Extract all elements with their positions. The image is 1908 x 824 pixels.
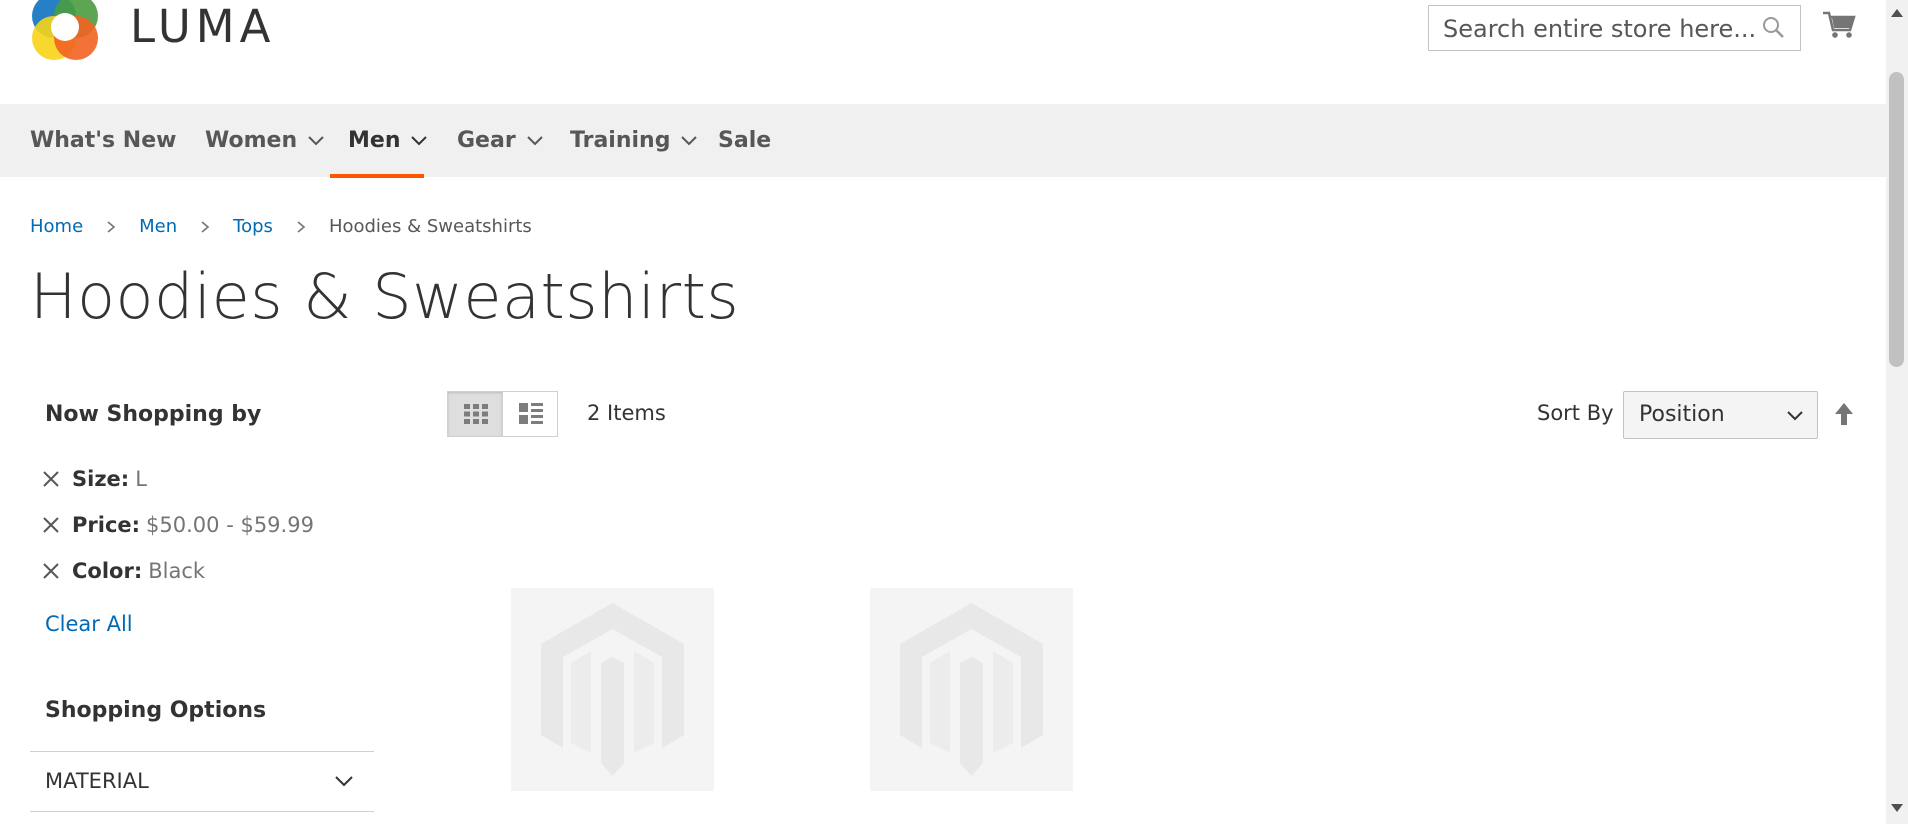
grid-view-button[interactable]: [447, 391, 503, 437]
brand-name[interactable]: LUMA: [130, 0, 275, 53]
item-count: 2 Items: [587, 401, 666, 425]
chevron-down-icon: [1787, 411, 1803, 421]
filter-value: $50.00 - $59.99: [146, 513, 314, 537]
sort-by-value: Position: [1639, 402, 1725, 427]
active-filter-size: Size: L: [42, 467, 147, 491]
active-filter-color: Color: Black: [42, 559, 205, 583]
magento-placeholder-icon: [900, 603, 1043, 776]
filter-value: Black: [148, 559, 206, 583]
cart-icon[interactable]: [1822, 10, 1856, 40]
list-icon: [519, 403, 543, 424]
chevron-down-icon: [411, 135, 428, 145]
scroll-up-arrow-icon[interactable]: [1890, 8, 1904, 18]
filter-label: Color:: [72, 559, 143, 583]
filter-section-material[interactable]: MATERIAL: [30, 751, 374, 812]
main-navigation: What's New Women Men Gear Training Sale: [0, 104, 1886, 178]
product-image-placeholder[interactable]: [870, 588, 1073, 791]
chevron-right-icon: [297, 220, 306, 233]
clear-all-link[interactable]: Clear All: [45, 612, 133, 636]
remove-filter-icon[interactable]: [42, 562, 60, 580]
page-title: Hoodies & Sweatshirts: [30, 260, 740, 333]
breadcrumb-men[interactable]: Men: [139, 216, 177, 237]
active-filter-price: Price: $50.00 - $59.99: [42, 513, 314, 537]
sort-direction-arrow-up-icon[interactable]: [1834, 402, 1854, 426]
now-shopping-title: Now Shopping by: [45, 402, 262, 427]
search-icon[interactable]: [1761, 15, 1785, 39]
breadcrumb-tops[interactable]: Tops: [233, 216, 273, 237]
list-view-button[interactable]: [502, 391, 558, 437]
chevron-down-icon: [526, 135, 543, 145]
nav-item-sale[interactable]: Sale: [718, 104, 771, 177]
nav-item-label: Women: [205, 128, 298, 153]
chevron-down-icon: [308, 135, 324, 145]
remove-filter-icon[interactable]: [42, 516, 60, 534]
product-image-placeholder[interactable]: [511, 588, 714, 791]
nav-item-training[interactable]: Training: [570, 104, 698, 177]
sort-by-label: Sort By: [1537, 401, 1614, 425]
nav-item-gear[interactable]: Gear: [457, 104, 544, 177]
magento-placeholder-icon: [541, 603, 684, 776]
nav-item-label: Sale: [718, 128, 772, 153]
filter-label: Price:: [72, 513, 141, 537]
remove-filter-icon[interactable]: [42, 470, 60, 488]
active-nav-indicator: [330, 174, 424, 178]
chevron-right-icon: [107, 220, 116, 233]
grid-icon: [464, 404, 488, 424]
nav-item-label: Men: [348, 128, 401, 153]
nav-item-women[interactable]: Women: [205, 104, 325, 177]
scrollbar-thumb[interactable]: [1889, 72, 1904, 367]
nav-item-label: Gear: [457, 128, 516, 153]
breadcrumb-current: Hoodies & Sweatshirts: [328, 216, 532, 237]
nav-item-whats-new[interactable]: What's New: [30, 104, 176, 177]
filter-label: Size:: [72, 467, 130, 491]
nav-item-men[interactable]: Men: [348, 104, 428, 177]
nav-item-label: What's New: [30, 128, 177, 153]
scroll-down-arrow-icon[interactable]: [1890, 803, 1904, 813]
breadcrumb-home[interactable]: Home: [30, 216, 83, 237]
nav-item-label: Training: [570, 128, 671, 153]
sort-by-select[interactable]: Position: [1623, 391, 1818, 439]
filter-section-label: MATERIAL: [45, 769, 149, 793]
breadcrumb: Home Men Tops Hoodies & Sweatshirts: [30, 216, 532, 237]
chevron-down-icon: [335, 776, 353, 787]
chevron-right-icon: [201, 220, 210, 233]
chevron-down-icon: [681, 135, 698, 145]
search-input[interactable]: Search entire store here...: [1428, 5, 1801, 51]
filter-value: L: [135, 467, 147, 491]
shopping-options-title: Shopping Options: [45, 698, 267, 723]
luma-logo-icon[interactable]: [30, 0, 105, 68]
